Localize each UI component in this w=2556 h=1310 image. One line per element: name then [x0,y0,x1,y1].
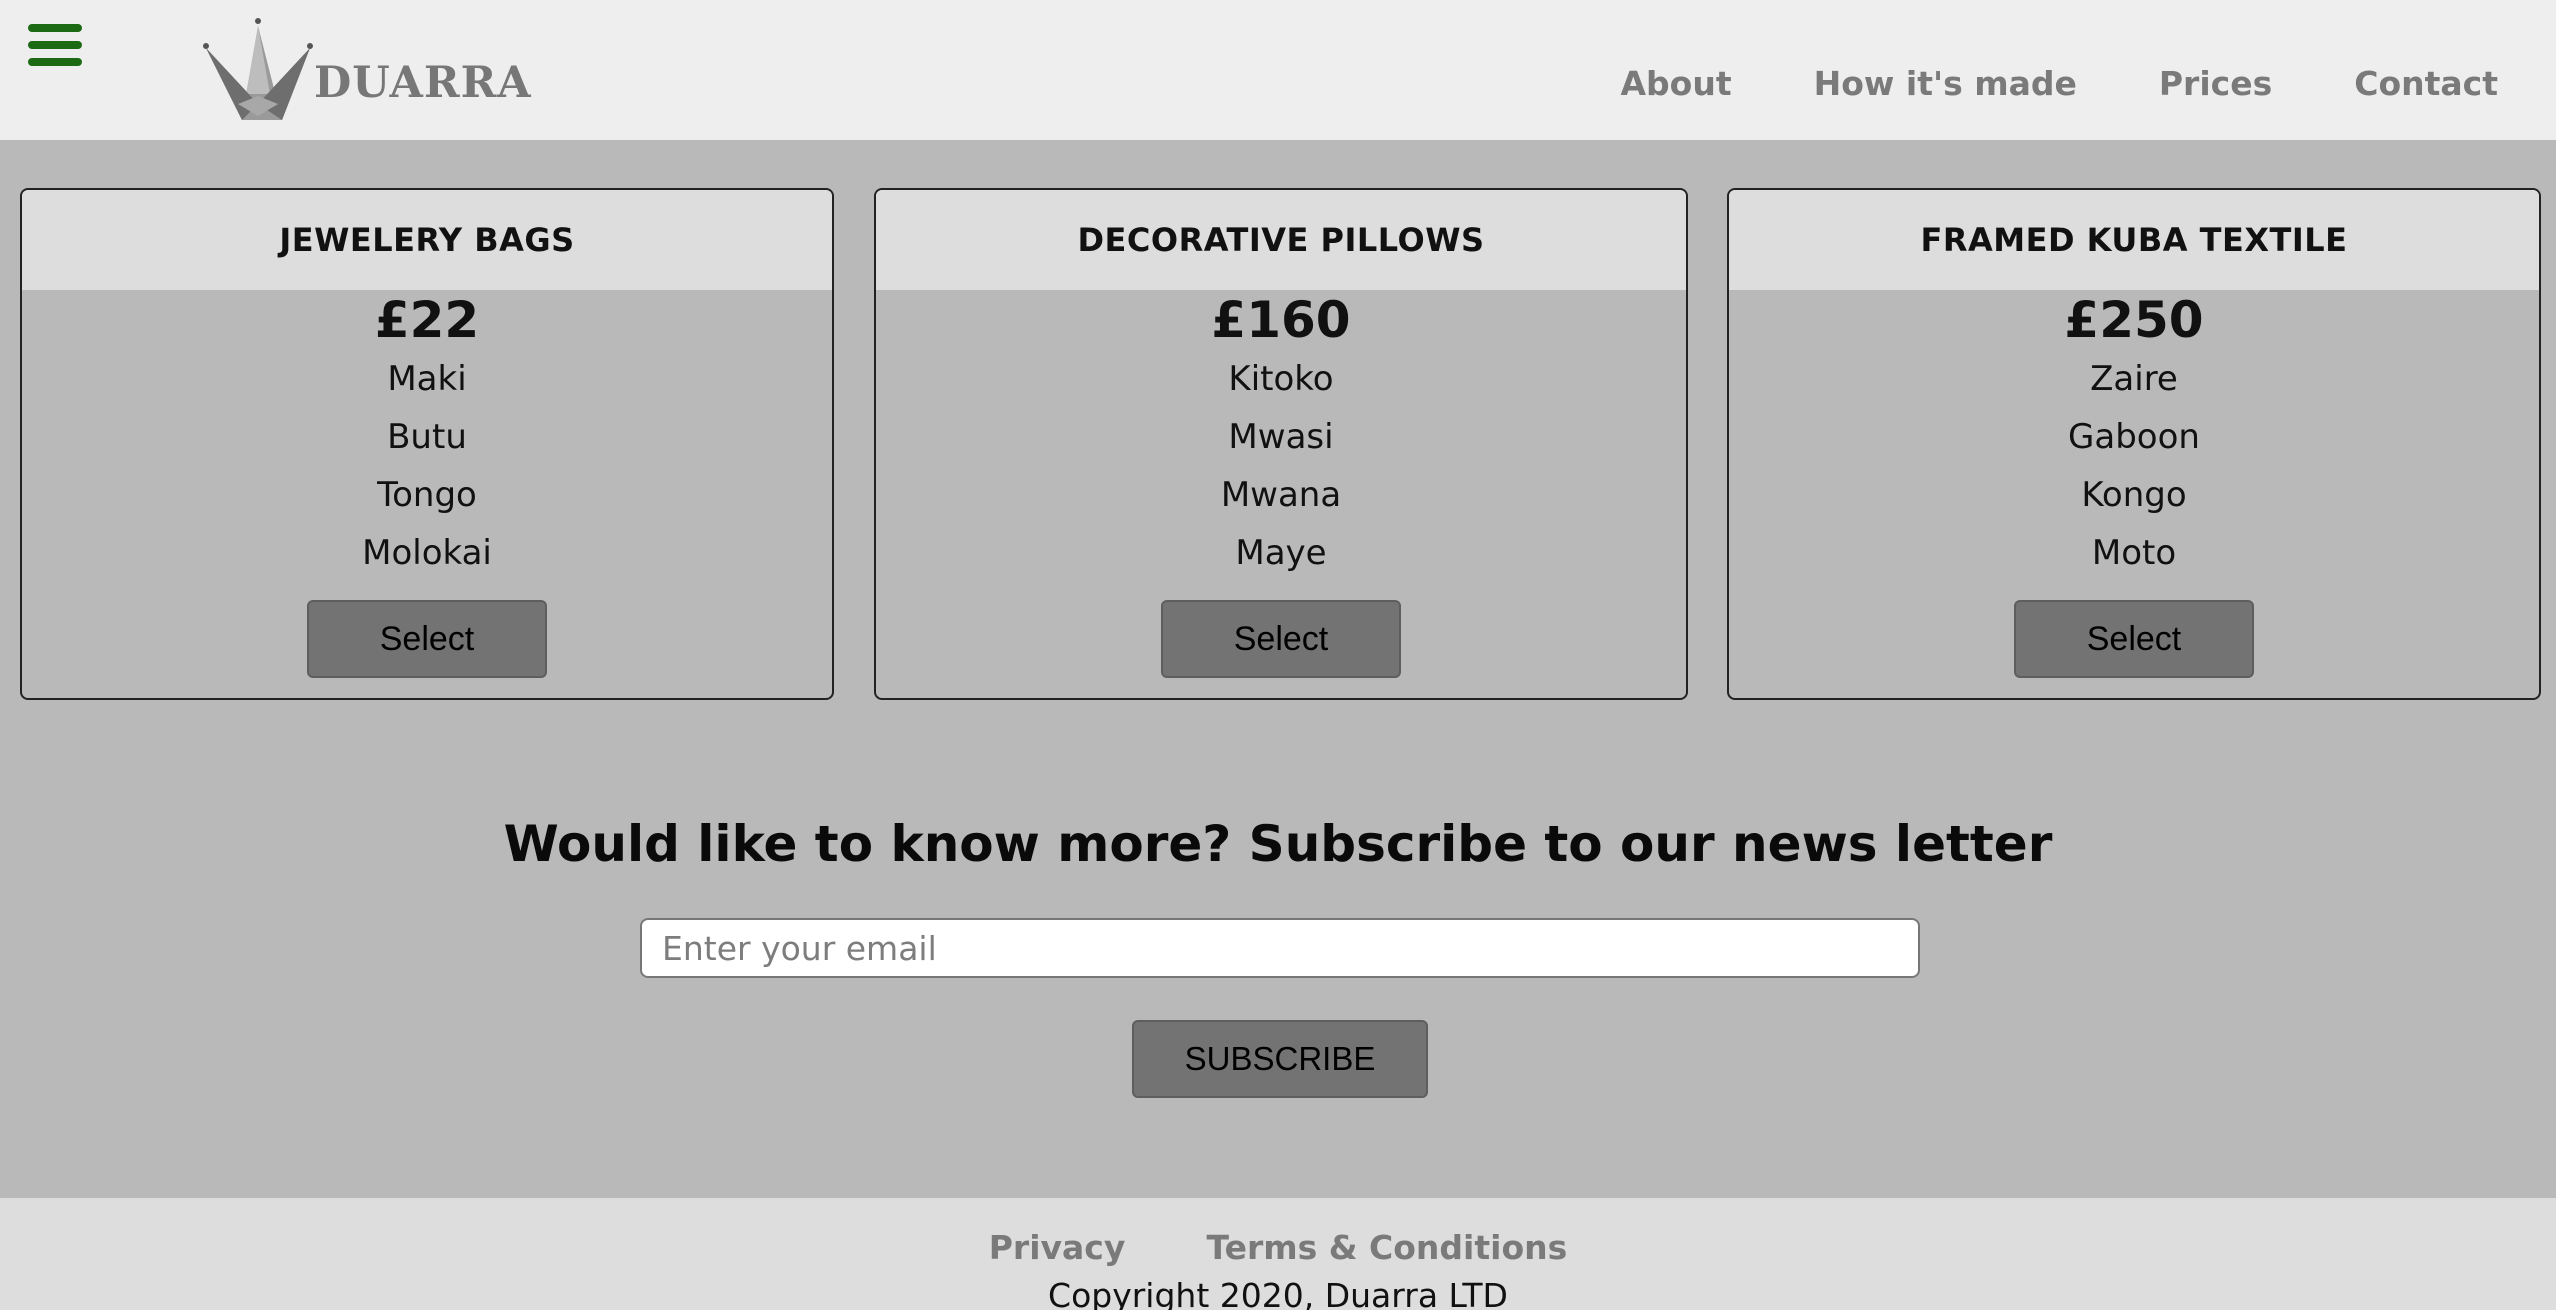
newsletter-title: Would like to know more? Subscribe to ou… [503,815,2053,873]
select-button[interactable]: Select [2014,600,2254,678]
list-item: Tongo [377,475,477,515]
site-footer: Privacy Terms & Conditions Copyright 202… [0,1198,2556,1310]
list-item: Mwasi [1228,417,1334,457]
list-item: Butu [387,417,467,457]
list-item: Mwana [1220,475,1342,515]
hamburger-menu-icon[interactable] [28,22,82,68]
card-header: DECORATIVE PILLOWS [876,190,1686,290]
card-item-list: Maki Butu Tongo Molokai [22,350,832,582]
nav-link-how-its-made[interactable]: How it's made [1814,64,2077,103]
copyright-text: Copyright 2020, Duarra LTD [1048,1276,1508,1310]
crown-logo-icon [203,18,313,120]
main-nav: About How it's made Prices Contact [1539,64,2498,103]
card-price: £250 [2064,291,2204,349]
brand-name: DUARRA [314,58,532,108]
select-button[interactable]: Select [307,600,547,678]
card-header: JEWELERY BAGS [22,190,832,290]
footer-links: Privacy Terms & Conditions [0,1228,2556,1267]
card-header: FRAMED KUBA TEXTILE [1729,190,2539,290]
list-item: Moto [2091,533,2177,573]
email-input[interactable] [640,918,1920,978]
site-header: DUARRA About How it's made Prices Contac… [0,0,2556,140]
list-item: Kitoko [1228,359,1334,399]
card-price: £160 [1211,291,1351,349]
card-title: DECORATIVE PILLOWS [1077,221,1485,259]
hamburger-line [28,24,82,32]
list-item: Kongo [2081,475,2187,515]
brand-logo[interactable]: DUARRA [202,16,531,126]
list-item: Zaire [2090,359,2178,399]
select-button[interactable]: Select [1161,600,1401,678]
card-title: JEWELERY BAGS [279,221,575,259]
list-item: Maki [387,359,467,399]
price-card-jewelery-bags: JEWELERY BAGS £22 Maki Butu Tongo Moloka… [20,188,834,700]
nav-link-contact[interactable]: Contact [2354,64,2498,103]
footer-link-terms[interactable]: Terms & Conditions [1206,1228,1567,1267]
nav-link-about[interactable]: About [1621,64,1732,103]
footer-link-privacy[interactable]: Privacy [989,1228,1126,1267]
card-price: £22 [374,291,480,349]
card-title: FRAMED KUBA TEXTILE [1920,221,2348,259]
subscribe-button[interactable]: SUBSCRIBE [1132,1020,1428,1098]
list-item: Maye [1235,533,1327,573]
price-card-decorative-pillows: DECORATIVE PILLOWS £160 Kitoko Mwasi Mwa… [874,188,1688,700]
card-item-list: Kitoko Mwasi Mwana Maye [876,350,1686,582]
nav-link-prices[interactable]: Prices [2159,64,2272,103]
hamburger-line [28,41,82,49]
price-card-framed-kuba-textile: FRAMED KUBA TEXTILE £250 Zaire Gaboon Ko… [1727,188,2541,700]
hamburger-line [28,58,82,66]
card-item-list: Zaire Gaboon Kongo Moto [1729,350,2539,582]
list-item: Gaboon [2068,417,2200,457]
list-item: Molokai [362,533,492,573]
